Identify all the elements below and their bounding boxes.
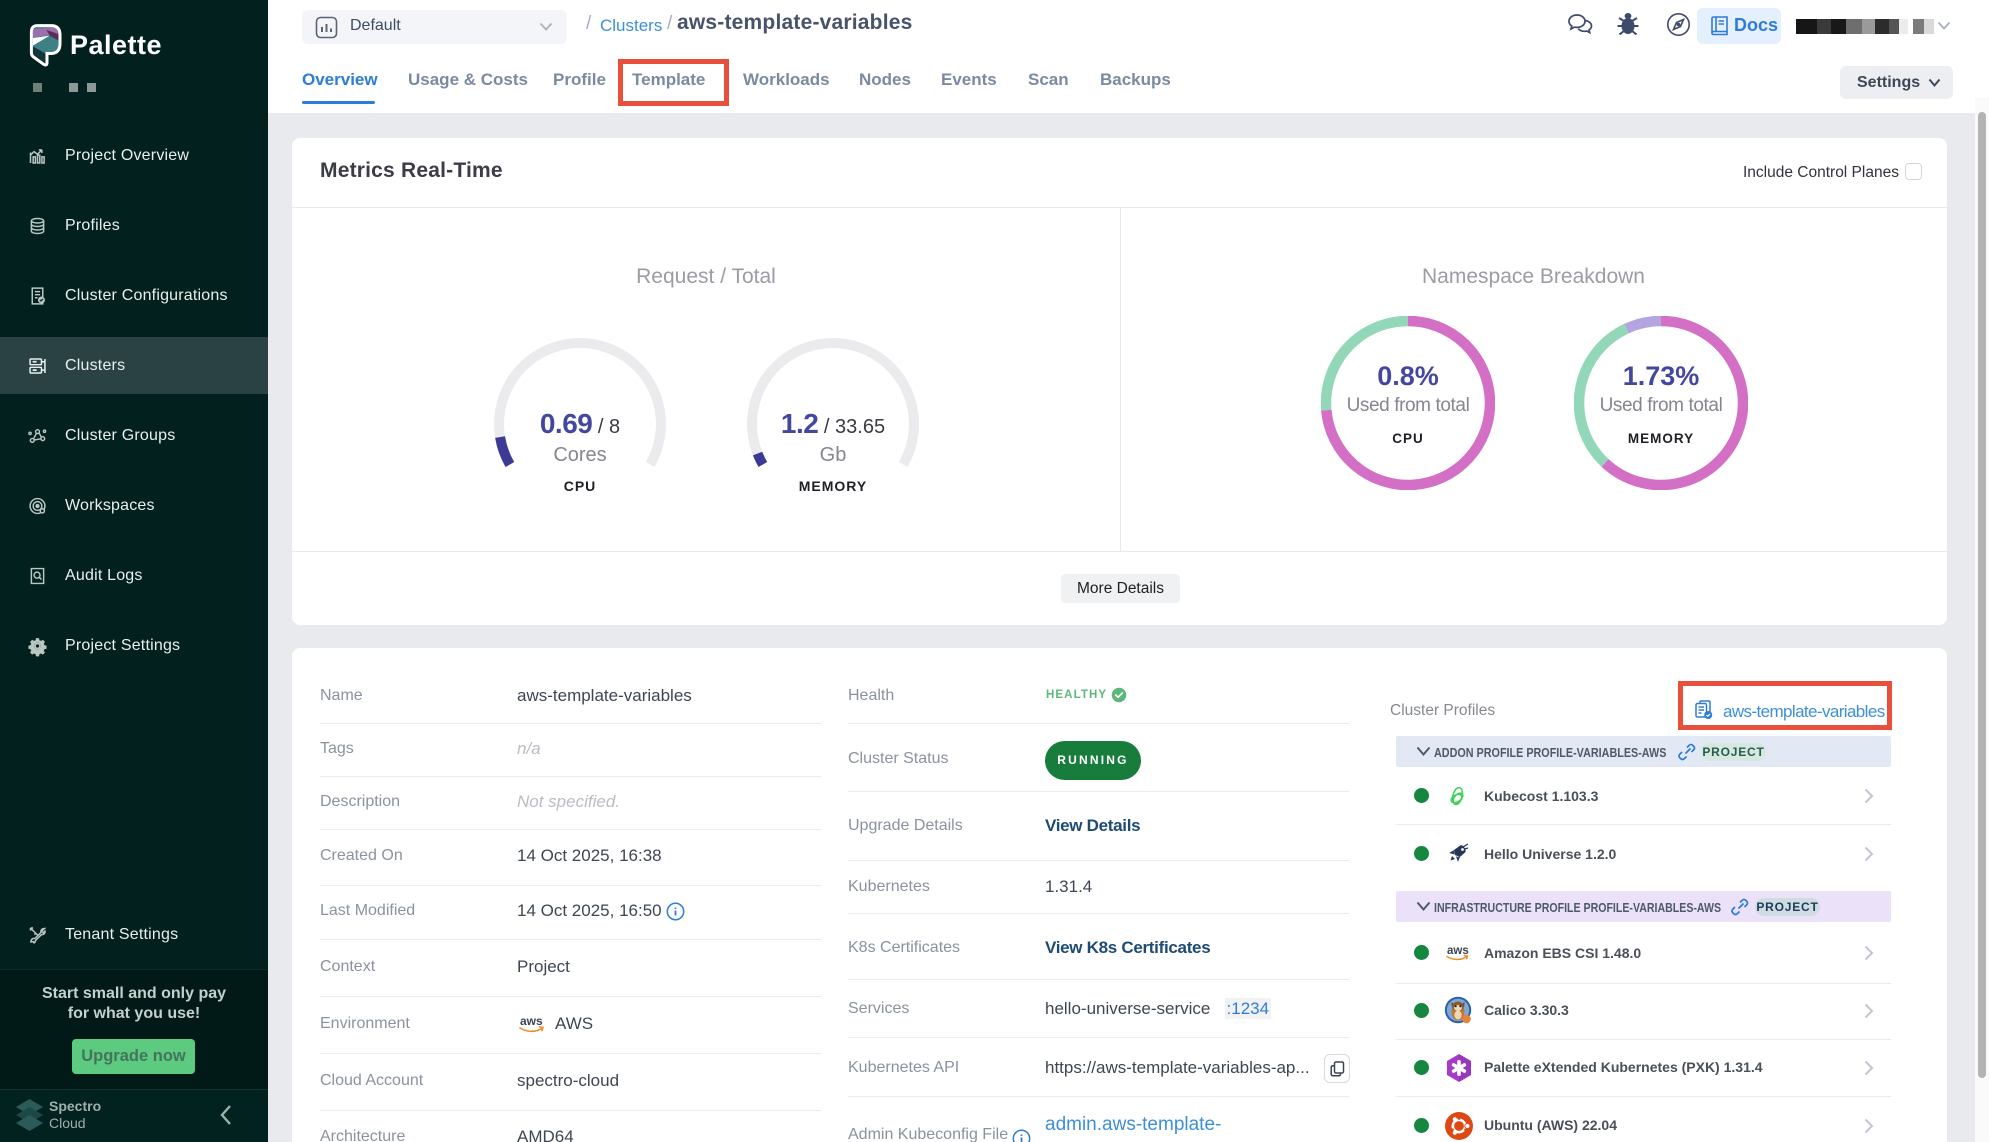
svg-text:aws: aws (520, 1014, 543, 1028)
